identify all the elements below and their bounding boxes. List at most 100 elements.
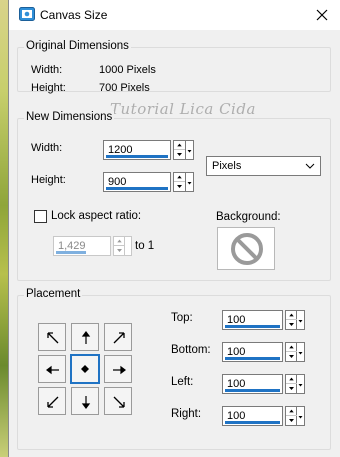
dropdown-arrow-icon [298, 352, 303, 355]
title-bar: Canvas Size [9, 0, 340, 30]
aspect-ratio-spinner[interactable] [113, 236, 125, 256]
placement-center[interactable] [70, 354, 100, 384]
original-height-label: Height: [31, 82, 66, 94]
aspect-ratio-dropdown[interactable] [125, 236, 132, 256]
spin-up-icon[interactable] [114, 237, 125, 246]
right-offset-field[interactable]: 100 [222, 406, 307, 426]
dropdown-arrow-icon [187, 182, 192, 185]
aspect-ratio-input[interactable]: 1,429 [53, 236, 111, 256]
aspect-ratio-suffix: to 1 [135, 240, 155, 252]
original-width-value: 1000 Pixels [99, 64, 156, 76]
top-offset-input[interactable]: 100 [222, 310, 283, 330]
spin-up-icon[interactable] [286, 311, 297, 320]
new-height-dropdown[interactable] [186, 172, 194, 192]
right-offset-input[interactable]: 100 [222, 406, 283, 426]
top-offset-spinner[interactable] [285, 310, 297, 330]
input-focus-underline [106, 187, 168, 190]
top-offset-field[interactable]: 100 [222, 310, 307, 330]
arrow-up-icon [81, 331, 91, 344]
background-label: Background: [216, 211, 281, 223]
canvas-app-icon [19, 7, 35, 21]
new-width-input[interactable]: 1200 [103, 140, 171, 160]
arrow-up-left-icon [47, 332, 59, 344]
input-focus-underline [225, 389, 280, 392]
placement-top[interactable] [71, 323, 99, 351]
input-focus-underline [56, 251, 86, 254]
arrow-right-icon [113, 365, 126, 375]
right-offset-label: Right: [171, 408, 202, 420]
dialog-body: Original Dimensions Width: 1000 Pixels H… [9, 30, 340, 457]
spin-up-icon[interactable] [286, 343, 297, 352]
spin-down-icon[interactable] [174, 150, 185, 159]
placement-right[interactable] [104, 355, 132, 383]
spin-up-icon[interactable] [286, 375, 297, 384]
window-title: Canvas Size [40, 8, 108, 22]
bottom-offset-spinner[interactable] [285, 342, 297, 362]
spin-down-icon[interactable] [286, 320, 297, 329]
close-icon [316, 9, 328, 21]
placement-bottom-left[interactable] [38, 387, 66, 415]
input-focus-underline [106, 155, 168, 158]
spin-up-icon[interactable] [286, 407, 297, 416]
no-background-icon [231, 233, 263, 265]
original-dimensions-title: Original Dimensions [24, 40, 131, 52]
close-button[interactable] [305, 2, 339, 28]
units-select[interactable]: Pixels [206, 156, 321, 176]
placement-bottom-right[interactable] [104, 387, 132, 415]
lock-aspect-ratio-label[interactable]: Lock aspect ratio: [51, 210, 141, 222]
arrow-left-icon [46, 365, 59, 375]
spin-up-icon[interactable] [174, 173, 185, 182]
top-offset-dropdown[interactable] [297, 310, 305, 330]
center-dot-icon [81, 365, 89, 373]
new-height-spinner[interactable] [173, 172, 186, 192]
right-offset-spinner[interactable] [285, 406, 297, 426]
left-offset-spinner[interactable] [285, 374, 297, 394]
placement-top-right[interactable] [104, 323, 132, 351]
arrow-up-right-icon [113, 332, 125, 344]
bottom-offset-label: Bottom: [171, 344, 211, 356]
placement-left[interactable] [38, 355, 66, 383]
left-offset-dropdown[interactable] [297, 374, 305, 394]
placement-top-left[interactable] [38, 323, 66, 351]
left-offset-input[interactable]: 100 [222, 374, 283, 394]
arrow-down-icon [81, 396, 91, 409]
top-offset-label: Top: [171, 312, 193, 324]
right-offset-dropdown[interactable] [297, 406, 305, 426]
original-width-label: Width: [31, 64, 63, 76]
dropdown-arrow-icon [298, 384, 303, 387]
lock-aspect-ratio-checkbox[interactable] [34, 210, 47, 223]
input-focus-underline [225, 325, 280, 328]
new-height-label: Height: [31, 174, 66, 186]
bottom-offset-field[interactable]: 100 [222, 342, 307, 362]
arrow-down-left-icon [47, 396, 59, 408]
aspect-ratio-field[interactable]: 1,429 [53, 236, 133, 256]
desktop-background [0, 0, 8, 457]
spin-down-icon[interactable] [114, 246, 125, 255]
bottom-offset-input[interactable]: 100 [222, 342, 283, 362]
spin-down-icon[interactable] [286, 384, 297, 393]
left-offset-label: Left: [171, 376, 194, 388]
new-width-spinner[interactable] [173, 140, 186, 160]
chevron-down-icon [305, 163, 315, 169]
new-width-dropdown[interactable] [186, 140, 194, 160]
new-width-label: Width: [31, 142, 63, 154]
new-width-field[interactable]: 1200 [103, 140, 194, 160]
placement-bottom[interactable] [71, 387, 99, 415]
input-focus-underline [225, 357, 280, 360]
dropdown-arrow-icon [298, 416, 303, 419]
left-offset-field[interactable]: 100 [222, 374, 307, 394]
bottom-offset-dropdown[interactable] [297, 342, 305, 362]
spin-down-icon[interactable] [174, 182, 185, 191]
input-focus-underline [225, 421, 280, 424]
background-color-swatch[interactable] [217, 227, 275, 270]
canvas-size-dialog: Canvas Size Original Dimensions Width: 1… [8, 0, 340, 457]
new-height-input[interactable]: 900 [103, 172, 171, 192]
dropdown-arrow-icon [298, 320, 303, 323]
spin-up-icon[interactable] [174, 141, 185, 150]
spin-down-icon[interactable] [286, 352, 297, 361]
new-height-field[interactable]: 900 [103, 172, 194, 192]
watermark: Tutorial Lica Cida [110, 100, 256, 118]
dropdown-arrow-icon [187, 150, 192, 153]
spin-down-icon[interactable] [286, 416, 297, 425]
original-height-value: 700 Pixels [99, 82, 150, 94]
